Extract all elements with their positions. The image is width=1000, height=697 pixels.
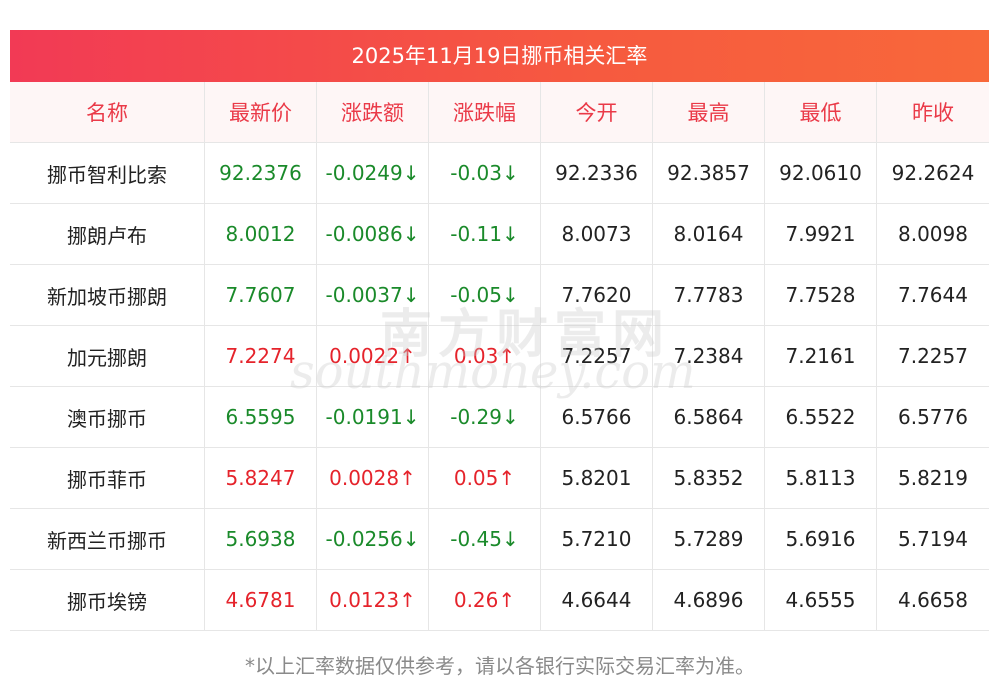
cell-latest: 6.5595 bbox=[204, 386, 317, 448]
cell-name: 挪币智利比索 bbox=[10, 142, 205, 204]
col-header-change: 涨跌额 bbox=[316, 82, 429, 143]
cell-open: 5.8201 bbox=[540, 447, 653, 509]
cell-open: 6.5766 bbox=[540, 386, 653, 448]
cell-latest: 92.2376 bbox=[204, 142, 317, 204]
cell-change: -0.0191↓ bbox=[316, 386, 429, 448]
cell-pct: 0.05↑ bbox=[428, 447, 541, 509]
col-header-pct: 涨跌幅 bbox=[428, 82, 541, 143]
cell-prev: 4.6658 bbox=[876, 569, 989, 631]
cell-pct: -0.29↓ bbox=[428, 386, 541, 448]
cell-open: 7.7620 bbox=[540, 264, 653, 326]
cell-change: 0.0028↑ bbox=[316, 447, 429, 509]
table-row: 挪币埃镑 4.6781 0.0123↑ 0.26↑ 4.6644 4.6896 4.6555… bbox=[10, 569, 989, 631]
cell-latest: 7.2274 bbox=[204, 325, 317, 387]
cell-low: 5.8113 bbox=[764, 447, 877, 509]
cell-prev: 5.7194 bbox=[876, 508, 989, 570]
table-header-row: 名称 最新价 涨跌额 涨跌幅 今开 最高 最低 昨收 bbox=[10, 82, 989, 143]
cell-latest: 7.7607 bbox=[204, 264, 317, 326]
rate-table-container: 2025年11月19日挪币相关汇率 名称 最新价 涨跌额 涨跌幅 今开 最高 最… bbox=[10, 30, 989, 631]
table-row: 加元挪朗 7.2274 0.0022↑ 0.03↑ 7.2257 7.2384 7.2161… bbox=[10, 325, 989, 387]
cell-name: 澳币挪币 bbox=[10, 386, 205, 448]
cell-change: 0.0123↑ bbox=[316, 569, 429, 631]
table-row: 新加坡币挪朗 7.7607 -0.0037↓ -0.05↓ 7.7620 7.7783 7.… bbox=[10, 264, 989, 326]
cell-name: 挪币埃镑 bbox=[10, 569, 205, 631]
cell-latest: 5.8247 bbox=[204, 447, 317, 509]
table-title: 2025年11月19日挪币相关汇率 bbox=[10, 30, 989, 82]
cell-name: 新西兰币挪币 bbox=[10, 508, 205, 570]
cell-change: -0.0037↓ bbox=[316, 264, 429, 326]
col-header-latest: 最新价 bbox=[204, 82, 317, 143]
col-header-name: 名称 bbox=[10, 82, 205, 143]
cell-prev: 7.7644 bbox=[876, 264, 989, 326]
col-header-low: 最低 bbox=[764, 82, 877, 143]
cell-high: 5.8352 bbox=[652, 447, 765, 509]
cell-open: 4.6644 bbox=[540, 569, 653, 631]
cell-open: 92.2336 bbox=[540, 142, 653, 204]
exchange-rate-table: 名称 最新价 涨跌额 涨跌幅 今开 最高 最低 昨收 挪币智利比索 92.2376… bbox=[10, 82, 989, 631]
cell-pct: 0.03↑ bbox=[428, 325, 541, 387]
cell-high: 7.2384 bbox=[652, 325, 765, 387]
cell-change: 0.0022↑ bbox=[316, 325, 429, 387]
table-row: 挪朗卢布 8.0012 -0.0086↓ -0.11↓ 8.0073 8.0164 7.99… bbox=[10, 203, 989, 265]
table-row: 澳币挪币 6.5595 -0.0191↓ -0.29↓ 6.5766 6.5864 6.55… bbox=[10, 386, 989, 448]
cell-pct: 0.26↑ bbox=[428, 569, 541, 631]
cell-latest: 8.0012 bbox=[204, 203, 317, 265]
cell-name: 加元挪朗 bbox=[10, 325, 205, 387]
cell-change: -0.0256↓ bbox=[316, 508, 429, 570]
cell-name: 新加坡币挪朗 bbox=[10, 264, 205, 326]
cell-prev: 7.2257 bbox=[876, 325, 989, 387]
cell-high: 7.7783 bbox=[652, 264, 765, 326]
cell-pct: -0.11↓ bbox=[428, 203, 541, 265]
cell-high: 8.0164 bbox=[652, 203, 765, 265]
cell-low: 92.0610 bbox=[764, 142, 877, 204]
cell-open: 7.2257 bbox=[540, 325, 653, 387]
cell-pct: -0.03↓ bbox=[428, 142, 541, 204]
col-header-open: 今开 bbox=[540, 82, 653, 143]
cell-prev: 5.8219 bbox=[876, 447, 989, 509]
cell-high: 6.5864 bbox=[652, 386, 765, 448]
table-row: 新西兰币挪币 5.6938 -0.0256↓ -0.45↓ 5.7210 5.7289 5.… bbox=[10, 508, 989, 570]
cell-pct: -0.05↓ bbox=[428, 264, 541, 326]
table-row: 挪币菲币 5.8247 0.0028↑ 0.05↑ 5.8201 5.8352 5.8113… bbox=[10, 447, 989, 509]
table-row: 挪币智利比索 92.2376 -0.0249↓ -0.03↓ 92.2336 92.385… bbox=[10, 142, 989, 204]
cell-latest: 5.6938 bbox=[204, 508, 317, 570]
cell-change: -0.0249↓ bbox=[316, 142, 429, 204]
cell-prev: 92.2624 bbox=[876, 142, 989, 204]
col-header-high: 最高 bbox=[652, 82, 765, 143]
col-header-prev: 昨收 bbox=[876, 82, 989, 143]
cell-low: 7.7528 bbox=[764, 264, 877, 326]
cell-open: 5.7210 bbox=[540, 508, 653, 570]
cell-name: 挪朗卢布 bbox=[10, 203, 205, 265]
cell-high: 92.3857 bbox=[652, 142, 765, 204]
cell-low: 7.2161 bbox=[764, 325, 877, 387]
cell-name: 挪币菲币 bbox=[10, 447, 205, 509]
cell-open: 8.0073 bbox=[540, 203, 653, 265]
cell-high: 5.7289 bbox=[652, 508, 765, 570]
cell-low: 6.5522 bbox=[764, 386, 877, 448]
footnote: *以上汇率数据仅供参考，请以各银行实际交易汇率为准。 bbox=[245, 654, 755, 678]
cell-low: 7.9921 bbox=[764, 203, 877, 265]
cell-low: 4.6555 bbox=[764, 569, 877, 631]
cell-pct: -0.45↓ bbox=[428, 508, 541, 570]
cell-latest: 4.6781 bbox=[204, 569, 317, 631]
cell-prev: 8.0098 bbox=[876, 203, 989, 265]
cell-low: 5.6916 bbox=[764, 508, 877, 570]
cell-high: 4.6896 bbox=[652, 569, 765, 631]
cell-prev: 6.5776 bbox=[876, 386, 989, 448]
cell-change: -0.0086↓ bbox=[316, 203, 429, 265]
